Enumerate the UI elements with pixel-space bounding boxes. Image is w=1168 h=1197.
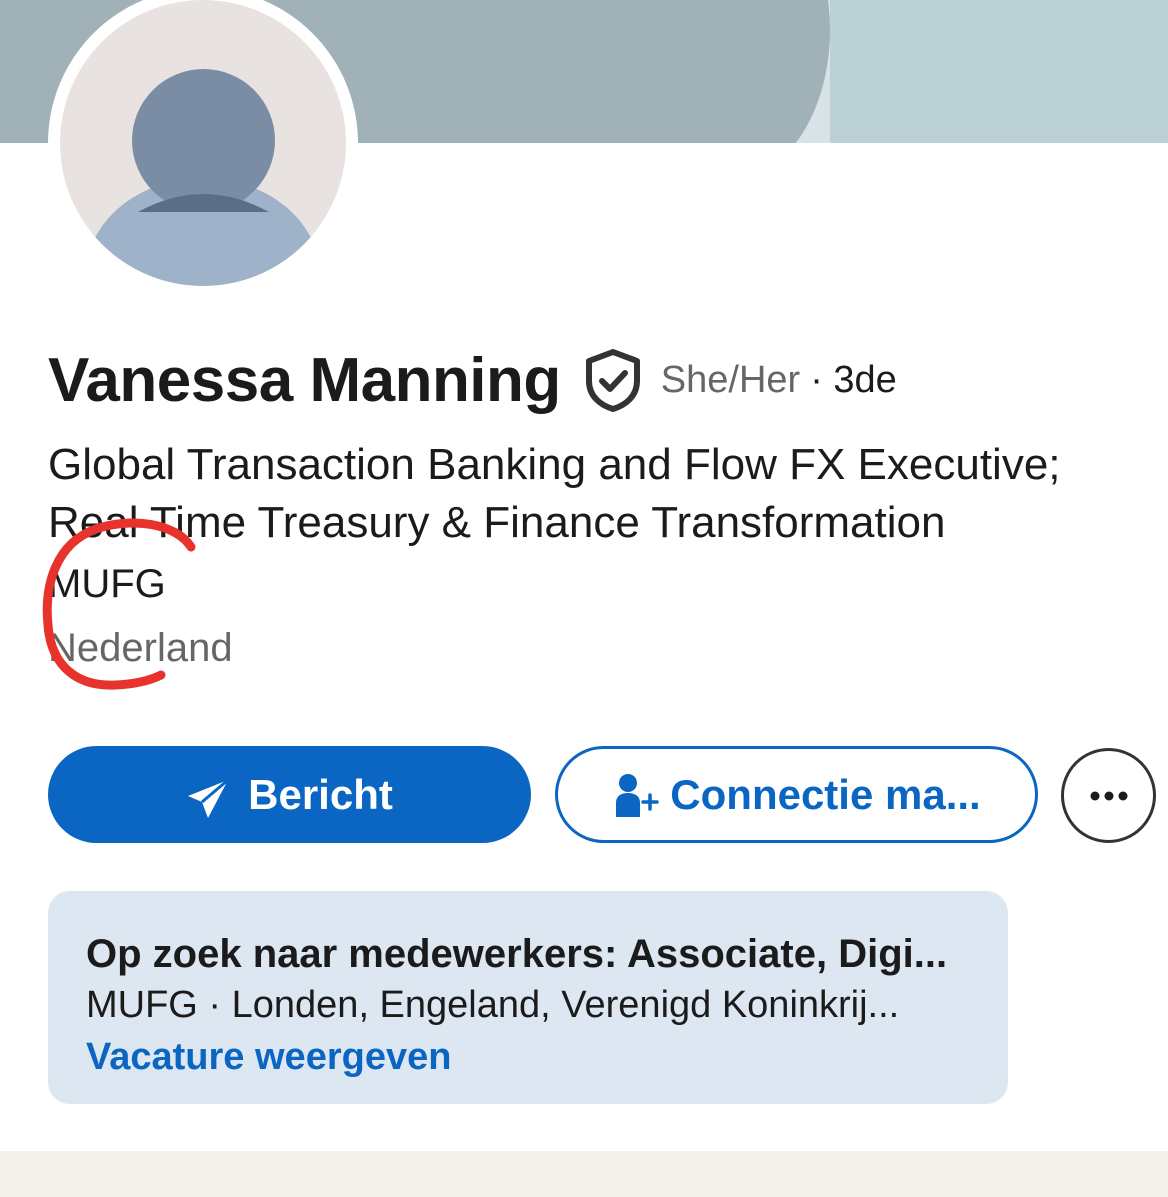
avatar[interactable] (48, 0, 358, 298)
avatar-overlap-shape (138, 194, 269, 212)
message-button[interactable]: Bericht (48, 746, 531, 843)
verified-shield-icon[interactable] (583, 348, 643, 412)
connect-button-label: Connectie ma... (670, 770, 981, 818)
message-button-label: Bericht (248, 770, 393, 818)
profile-headline: Global Transaction Banking and Flow FX E… (48, 436, 1168, 552)
hiring-title: Op zoek naar medewerkers: Associate, Dig… (86, 932, 948, 976)
hiring-card[interactable]: Op zoek naar medewerkers: Associate, Dig… (48, 891, 1008, 1104)
view-vacancy-link[interactable]: Vacature weergeven (86, 1031, 1008, 1083)
hiring-subtitle: MUFG · Londen, Engeland, Verenigd Konink… (86, 984, 900, 1026)
more-dots-icon (1090, 791, 1127, 800)
pronouns: She/Her (660, 358, 801, 401)
section-divider (0, 1151, 1168, 1197)
name-row: Vanessa Manning She/Her · 3de (48, 340, 897, 420)
send-icon (188, 778, 230, 818)
connection-degree: · 3de (810, 358, 897, 401)
add-person-icon (616, 773, 660, 817)
default-person-avatar-icon (60, 0, 346, 286)
headline-line-2: Real Time Treasury & Finance Transformat… (48, 498, 946, 547)
profile-name: Vanessa Manning (48, 345, 561, 415)
more-button[interactable] (1061, 748, 1156, 843)
banner-light-block (830, 0, 1168, 143)
connect-button[interactable]: Connectie ma... (555, 746, 1038, 843)
red-annotation-mark (42, 518, 196, 690)
headline-line-1: Global Transaction Banking and Flow FX E… (48, 440, 1061, 489)
